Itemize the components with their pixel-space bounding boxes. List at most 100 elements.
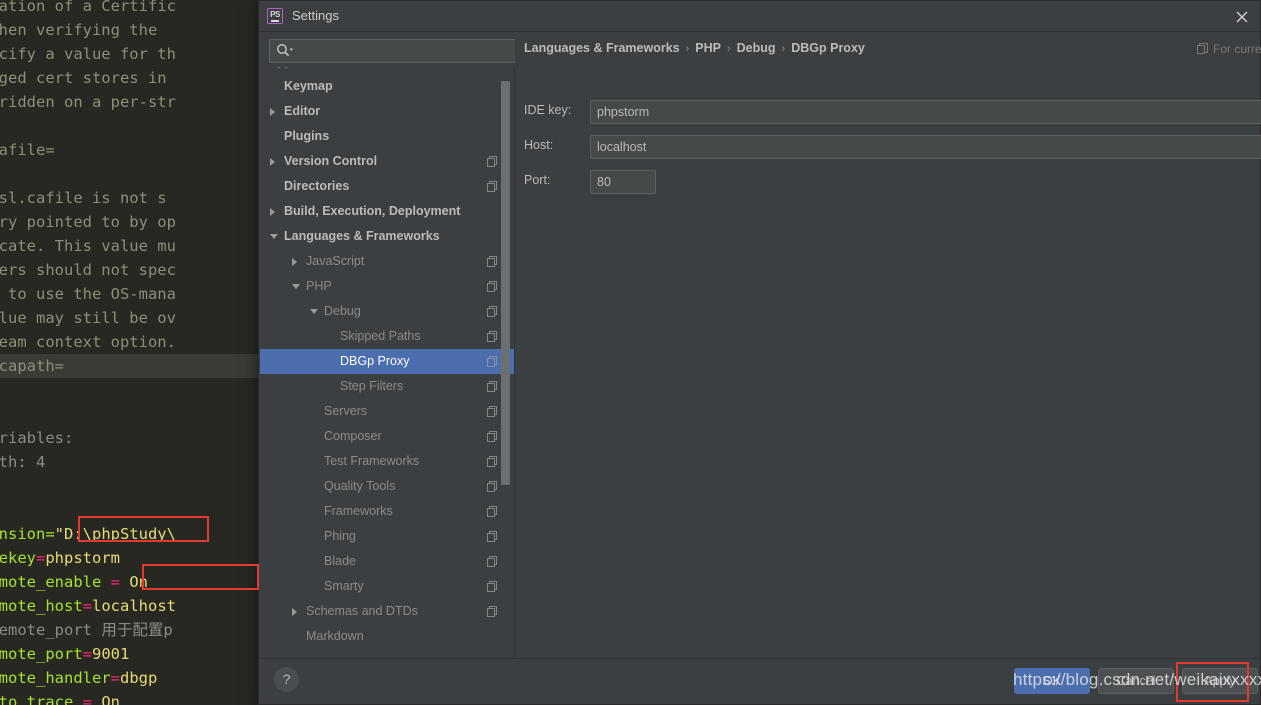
settings-tree-panel: Appearance & Behavior Keymap Editor Plugins… [260, 67, 515, 661]
sidebar-item-composer[interactable]: Composer [260, 424, 514, 449]
project-scope-icon [487, 556, 497, 567]
search-box[interactable] [269, 39, 516, 63]
editor-line: al Variables: [0, 429, 74, 447]
sidebar-item-smarty[interactable]: Smarty [260, 574, 514, 599]
sidebar-item-label: Plugins [284, 129, 330, 143]
help-button[interactable]: ? [274, 667, 299, 692]
breadcrumb-item[interactable]: Languages & Frameworks [524, 41, 680, 55]
breadcrumb-separator: › [726, 43, 731, 55]
project-scope-icon [487, 256, 497, 267]
ok-button[interactable]: OK [1014, 668, 1090, 694]
chevron-right-icon[interactable] [270, 158, 275, 166]
editor-line: ug.remote_host=localhost [0, 597, 176, 615]
phpstorm-icon: PS [267, 8, 283, 24]
editor-line: ion. [0, 114, 262, 138]
sidebar-item-label: Editor [284, 104, 321, 118]
sidebar-item-directories[interactable]: Directories [260, 174, 514, 199]
sidebar-item-appearance-behavior[interactable]: Appearance & Behavior [260, 67, 514, 74]
editor-line: _extension="D:\phpStudy\ [0, 525, 176, 543]
cancel-button[interactable]: Cancel [1098, 668, 1174, 694]
close-icon[interactable] [1224, 1, 1260, 32]
project-scope-icon [487, 281, 497, 292]
editor-line: is value may still be ov [0, 309, 176, 327]
editor-line: ug.idekey=phpstorm [0, 549, 120, 567]
sidebar-item-label: PHP [306, 279, 332, 293]
chevron-right-icon[interactable] [292, 608, 297, 616]
sidebar-item-label: Step Filters [340, 379, 404, 393]
sidebar-item-label: Build, Execution, Deployment [284, 204, 461, 218]
chevron-right-icon[interactable] [270, 108, 275, 116]
sidebar-item-label: Smarty [324, 579, 364, 593]
port-input[interactable] [590, 170, 656, 194]
editor-line: st users should not spec [0, 261, 176, 279]
field-label: IDE key: [524, 103, 572, 117]
sidebar-item-skipped-paths[interactable]: Skipped Paths [260, 324, 514, 349]
project-scope-icon [487, 606, 497, 617]
editor-code-text: e location of a Certific use when verifyi… [0, 0, 262, 705]
sidebar-item-label: DBGp Proxy [340, 354, 410, 368]
project-scope-icon [487, 381, 497, 392]
settings-dialog: PS Settings Appearance & Behavior Keymap E… [258, 0, 1261, 705]
chevron-down-icon[interactable] [270, 234, 278, 239]
apply-button[interactable]: Apply [1182, 668, 1258, 694]
editor-line: use when verifying the [0, 21, 158, 39]
ide-key-input[interactable] [590, 100, 1261, 124]
project-scope-icon [487, 331, 497, 342]
settings-content-panel: Languages & Frameworks › PHP › Debug › DBGp Pr… [515, 32, 1261, 659]
chevron-down-icon[interactable] [292, 284, 300, 289]
editor-line: nssl.capath= [0, 354, 262, 378]
sidebar-item-debug[interactable]: Debug [260, 299, 514, 324]
project-scope-icon [487, 356, 497, 367]
sidebar-item-version-control[interactable]: Version Control [260, 149, 514, 174]
sidebar-item-phing[interactable]: Phing [260, 524, 514, 549]
dialog-footer: ? OK Cancel Apply [260, 658, 1259, 703]
sidebar-item-step-filters[interactable]: Step Filters [260, 374, 514, 399]
editor-line: tempt to use the OS-mana [7, 285, 176, 303]
search-input[interactable] [269, 39, 516, 63]
sidebar-item-frameworks[interactable]: Frameworks [260, 499, 514, 524]
editor-line: bug.remote_port 用于配置p [0, 621, 173, 639]
project-scope-icon [487, 431, 497, 442]
project-scope-icon [487, 481, 497, 492]
sidebar-item-test-frameworks[interactable]: Test Frameworks [260, 449, 514, 474]
editor-line: ug.remote_enable = On [0, 573, 148, 591]
sidebar-item-label: Test Frameworks [324, 454, 420, 468]
tree-scrollbar-thumb[interactable] [501, 81, 510, 485]
project-scope-icon [487, 306, 497, 317]
sidebar-item-schemas-and-dtds[interactable]: Schemas and DTDs [260, 599, 514, 624]
sidebar-item-blade[interactable]: Blade [260, 549, 514, 574]
project-scope-icon [487, 456, 497, 467]
sidebar-item-dbgp-proxy[interactable]: DBGp Proxy [260, 349, 514, 374]
chevron-down-icon[interactable] [310, 309, 318, 314]
sidebar-item-markdown[interactable]: Markdown [260, 624, 514, 649]
sidebar-item-label: Directories [284, 179, 350, 193]
editor-line: ug.remote_port=9001 [0, 645, 130, 663]
breadcrumb: Languages & Frameworks › PHP › Debug › DBGp Pr… [524, 41, 865, 55]
editor-line: ssl.cafile= [0, 141, 55, 159]
breadcrumb-item[interactable]: DBGp Proxy [791, 41, 865, 55]
project-scope-icon [487, 506, 497, 517]
sidebar-item-plugins[interactable]: Plugins [260, 124, 514, 149]
editor-line: bug] [0, 498, 262, 522]
sidebar-item-label: Skipped Paths [340, 329, 421, 343]
tree-scrollbar-track[interactable] [501, 67, 512, 661]
sidebar-item-php[interactable]: PHP [260, 274, 514, 299]
breadcrumb-item[interactable]: Debug [737, 41, 776, 55]
editor-line: l stream context option. [0, 333, 176, 351]
sidebar-item-keymap[interactable]: Keymap [260, 74, 514, 99]
sidebar-item-languages-frameworks[interactable]: Languages & Frameworks [260, 224, 514, 249]
host-input[interactable] [590, 135, 1261, 159]
chevron-right-icon[interactable] [270, 208, 275, 216]
window-title: Settings [292, 8, 339, 23]
sidebar-item-build-execution-deployment[interactable]: Build, Execution, Deployment [260, 199, 514, 224]
sidebar-item-quality-tools[interactable]: Quality Tools [260, 474, 514, 499]
breadcrumb-item[interactable]: PHP [695, 41, 721, 55]
sidebar-item-label: Schemas and DTDs [306, 604, 418, 618]
editor-line: rtificate. This value mu [0, 237, 176, 255]
sidebar-item-editor[interactable]: Editor [260, 99, 514, 124]
sidebar-item-javascript[interactable]: JavaScript [260, 249, 514, 274]
chevron-right-icon[interactable] [292, 258, 297, 266]
sidebar-item-servers[interactable]: Servers [260, 399, 514, 424]
form-row: Port: [524, 170, 656, 194]
